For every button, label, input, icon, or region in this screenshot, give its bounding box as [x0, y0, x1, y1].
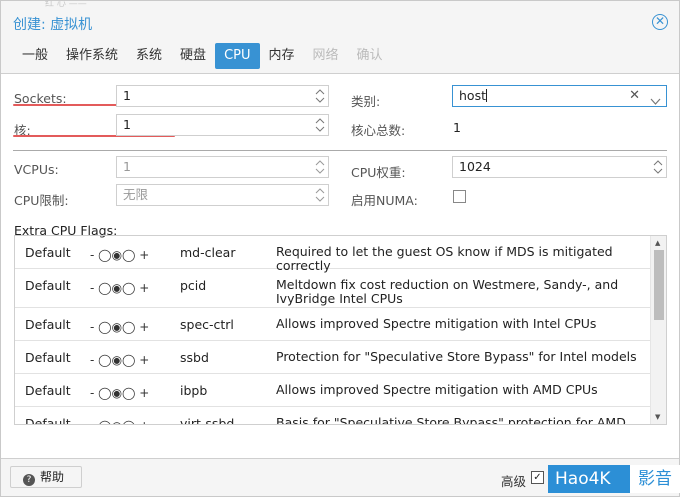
background-text: 红 心 ——: [45, 0, 87, 9]
cpu-limit-label: CPU限制:: [14, 193, 69, 208]
flag-toggle[interactable]: - ◯◉◯ +: [90, 386, 149, 400]
type-value: host: [459, 88, 486, 103]
tab-bar: 一般 操作系统 系统 硬盘 CPU 内存 网络 确认: [13, 43, 392, 69]
flag-state: Default: [25, 350, 71, 365]
tab-system[interactable]: 系统: [127, 43, 171, 69]
tab-network: 网络: [312, 48, 339, 63]
dialog-title: 创建: 虚拟机: [13, 17, 93, 33]
flag-description: Allows improved Spectre mitigation with …: [276, 382, 598, 397]
table-row: Default - ◯◉◯ + spec-ctrl Allows improve…: [15, 308, 651, 341]
flag-name: ibpb: [180, 383, 208, 398]
tab-general[interactable]: 一般: [13, 43, 57, 69]
flag-description: Protection for "Speculative Store Bypass…: [276, 349, 637, 364]
divider: [13, 150, 667, 151]
table-row: Default - ◯◉◯ + ibpb Allows improved Spe…: [15, 374, 651, 407]
table-row: Default - ◯◉◯ + virt-ssbd Basis for "Spe…: [15, 407, 651, 425]
close-icon[interactable]: ✕: [652, 14, 668, 30]
sockets-field[interactable]: 1: [116, 85, 329, 107]
scroll-down-icon[interactable]: ▼: [655, 413, 660, 421]
advanced-checkbox[interactable]: ✓: [531, 471, 544, 484]
flag-name: pcid: [180, 278, 207, 293]
flag-state: Default: [25, 416, 71, 425]
flag-name: ssbd: [180, 350, 209, 365]
flags-grid: Default - ◯◉◯ + md-clear Required to let…: [14, 235, 667, 425]
type-label: 类别:: [351, 94, 381, 109]
table-row: Default - ◯◉◯ + pcid Meltdown fix cost r…: [15, 269, 651, 308]
spinner-icon[interactable]: [315, 158, 325, 176]
flag-toggle[interactable]: - ◯◉◯ +: [90, 419, 149, 424]
cpu-panel: Sockets: 1 核: 1 类别: host ✕ 核心总数: 1 VCPUs…: [1, 73, 679, 459]
flag-state: Default: [25, 383, 71, 398]
help-label: 帮助: [40, 470, 65, 484]
cores-value: 1: [123, 117, 131, 132]
spinner-icon[interactable]: [653, 158, 663, 176]
flag-state: Default: [25, 245, 71, 260]
flag-state: Default: [25, 317, 71, 332]
text-cursor: [485, 89, 487, 102]
scrollbar-thumb[interactable]: [654, 250, 664, 320]
flag-state: Default: [25, 278, 71, 293]
scrollbar[interactable]: ▲ ▼: [650, 236, 666, 424]
tab-cpu[interactable]: CPU: [215, 43, 260, 69]
spinner-icon[interactable]: [315, 186, 325, 204]
cpu-weight-field[interactable]: 1024: [452, 156, 667, 178]
vcpus-value: 1: [123, 159, 131, 174]
vcpus-field[interactable]: 1: [116, 156, 329, 178]
dialog-window: 红 心 —— 创建: 虚拟机 ✕ 一般 操作系统 系统 硬盘 CPU 内存 网络…: [0, 0, 680, 497]
tab-os[interactable]: 操作系统: [57, 43, 127, 69]
flag-description: Meltdown fix cost reduction on Westmere,…: [276, 277, 619, 306]
question-icon: ?: [23, 474, 35, 486]
spinner-icon[interactable]: [315, 87, 325, 105]
flag-toggle[interactable]: - ◯◉◯ +: [90, 353, 149, 367]
cpu-limit-field[interactable]: 无限: [116, 184, 329, 206]
flag-toggle[interactable]: - ◯◉◯ +: [90, 320, 149, 334]
watermark-logo-text: 影音: [630, 465, 680, 493]
vcpus-label: VCPUs:: [14, 162, 59, 177]
flag-name: spec-ctrl: [180, 317, 234, 332]
close-x-icon[interactable]: ✕: [629, 86, 640, 106]
total-cores-value: 1: [453, 120, 461, 135]
sockets-value: 1: [123, 88, 131, 103]
scroll-up-icon[interactable]: ▲: [655, 239, 660, 247]
spinner-icon[interactable]: [315, 116, 325, 134]
cores-field[interactable]: 1: [116, 114, 329, 136]
numa-label: 启用NUMA:: [351, 193, 418, 208]
tab-confirm: 确认: [356, 48, 383, 63]
cpu-limit-value: 无限: [123, 187, 149, 202]
help-button[interactable]: ? 帮助: [10, 466, 82, 488]
flag-toggle[interactable]: - ◯◉◯ +: [90, 281, 149, 295]
chevron-down-icon[interactable]: [650, 92, 661, 112]
table-row: Default - ◯◉◯ + ssbd Protection for "Spe…: [15, 341, 651, 374]
table-row: Default - ◯◉◯ + md-clear Required to let…: [15, 236, 651, 273]
type-combobox[interactable]: host ✕: [452, 85, 667, 107]
tab-memory[interactable]: 内存: [260, 43, 304, 69]
flag-toggle[interactable]: - ◯◉◯ +: [90, 248, 149, 262]
flag-description: Basis for "Speculative Store Bypass" pro…: [276, 415, 626, 425]
cpu-weight-label: CPU权重:: [351, 165, 406, 180]
flag-name: virt-ssbd: [180, 416, 235, 425]
flag-name: md-clear: [180, 245, 236, 260]
advanced-label: 高级: [501, 474, 527, 489]
total-cores-label: 核心总数:: [351, 123, 406, 138]
numa-checkbox[interactable]: [453, 190, 466, 203]
cpu-weight-value: 1024: [459, 159, 491, 174]
flag-description: Allows improved Spectre mitigation with …: [276, 316, 597, 331]
tab-disk[interactable]: 硬盘: [171, 43, 215, 69]
